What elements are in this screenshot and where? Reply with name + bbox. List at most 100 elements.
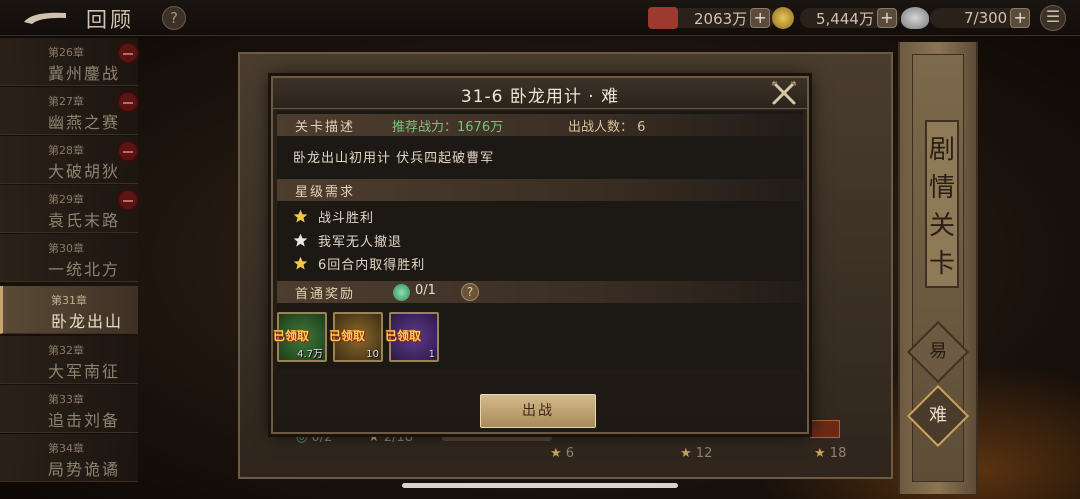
condition-text: 战斗胜利 [318, 210, 375, 226]
menu-button[interactable]: ☰ [1040, 5, 1066, 31]
home-indicator[interactable] [402, 483, 678, 488]
chapter-name: 卧龙出山 [51, 312, 124, 331]
reward-item-horse[interactable]: 已领取 1 [385, 312, 439, 362]
chapter-name: 局势诡谲 [48, 460, 121, 479]
star-icon: ★ [814, 446, 826, 461]
add-gold-button[interactable]: + [876, 8, 897, 28]
star-progress-bar [442, 435, 552, 441]
stage-desc-label: 关卡描述 [295, 120, 356, 135]
chapter-number: 第34章 [48, 442, 84, 455]
stamina-icon [900, 7, 929, 29]
chapter-name: 冀州鏖战 [48, 64, 121, 83]
chapter-name: 袁氏末路 [48, 211, 121, 230]
chapter-number: 第26章 [48, 46, 84, 59]
gold-value: 5,444万 [816, 9, 874, 28]
chapter-number: 第31章 [51, 294, 87, 307]
dialog-header: 31-6 卧龙用计 · 难 [273, 78, 807, 109]
chapter-number: 第29章 [48, 193, 84, 206]
chapter-item[interactable]: 第29章 袁氏末路 [0, 185, 139, 233]
fight-button[interactable]: 出战 [480, 394, 596, 428]
chapter-name: 追击刘备 [48, 411, 121, 430]
condition-text: 6回合内取得胜利 [318, 257, 426, 273]
star-icon: ★ [550, 446, 562, 461]
back-button[interactable] [22, 9, 68, 27]
locked-badge-icon [117, 42, 139, 64]
gold-coin-icon [772, 7, 795, 29]
chapter-number: 第28章 [48, 144, 84, 157]
chest-icon[interactable] [810, 420, 840, 438]
chapter-number: 第30章 [48, 242, 84, 255]
difficulty-easy-label: 易 [929, 341, 947, 362]
recommended-power: 推荐战力：1676万 [392, 120, 504, 135]
stamina-value: 7/300 [964, 9, 1008, 27]
stamina-resource: 7/300 + [956, 6, 1031, 30]
chapter-item[interactable]: 第28章 大破胡狄 [0, 136, 139, 184]
chapter-number: 第32章 [48, 344, 84, 357]
item-quantity: 1 [428, 349, 435, 360]
star-gold-icon [293, 209, 308, 222]
page-title: 回顾 [86, 8, 134, 32]
milestone-12[interactable]: ★ 12 [680, 446, 712, 461]
add-stamina-button[interactable]: + [1010, 8, 1031, 28]
chapter-number: 第27章 [48, 95, 84, 108]
chapter-item[interactable]: 第33章 追击刘备 [0, 385, 138, 433]
chapter-item-active[interactable]: 第31章 卧龙出山 [0, 286, 138, 334]
milestone-6[interactable]: ★ 6 [550, 446, 574, 461]
condition-item: 我军无人撤退 [293, 231, 403, 250]
chapter-number: 第33章 [48, 393, 84, 406]
silver-ingot-icon [648, 7, 678, 29]
star-req-label: 星级需求 [295, 185, 356, 200]
chapter-item[interactable]: 第34章 局势诡谲 [0, 434, 138, 482]
condition-item: 6回合内取得胜利 [293, 254, 426, 273]
claimed-label: 已领取 [273, 329, 310, 343]
dialog-title: 31-6 卧龙用计 · 难 [460, 87, 620, 107]
chapter-item[interactable]: 第27章 幽燕之赛 [0, 87, 139, 135]
locked-badge-icon [117, 189, 139, 211]
condition-item: 战斗胜利 [293, 207, 375, 226]
chapter-item[interactable]: 第26章 冀州鏖战 [0, 38, 139, 86]
story-stages-title: 剧 情 关 卡 [925, 120, 959, 288]
milestone-18[interactable]: ★ 18 [814, 446, 846, 461]
chapter-name: 一统北方 [48, 260, 121, 279]
locked-badge-icon [117, 91, 139, 113]
star-silver-icon [293, 233, 308, 246]
reward-item-silver[interactable]: 已领取 4.7万 [273, 312, 327, 362]
chapter-item[interactable]: 第32章 大军南征 [0, 336, 138, 384]
stage-info-bar: 关卡描述 推荐战力：1676万 出战人数： 6 [277, 114, 803, 136]
stage-description: 卧龙出山初用计 伏兵四起破曹军 [293, 151, 495, 166]
difficulty-hard-label: 难 [929, 405, 947, 426]
jade-icon [393, 284, 410, 301]
star-req-bar: 星级需求 [277, 179, 803, 201]
chapter-name: 幽燕之赛 [48, 113, 121, 132]
claimed-label: 已领取 [385, 329, 422, 343]
first-clear-label: 首通奖励 [295, 287, 356, 302]
top-bar: 回顾 ? 2063万 + 5,444万 + 7/300 + ☰ [0, 0, 1080, 36]
reward-item-gold[interactable]: 已领取 10 [329, 312, 383, 362]
star-gold-icon [293, 256, 308, 269]
dialog-body: 关卡描述 推荐战力：1676万 出战人数： 6 卧龙出山初用计 伏兵四起破曹军 … [273, 111, 803, 371]
team-count: 出战人数： 6 [568, 120, 646, 135]
stage-dialog: 31-6 卧龙用计 · 难 关卡描述 推荐战力：1676万 出战人数： 6 卧龙… [271, 76, 809, 434]
help-button[interactable]: ? [162, 6, 186, 30]
first-clear-bar: 首通奖励 0/1 ? [277, 281, 803, 303]
chapter-name: 大军南征 [48, 362, 121, 381]
first-clear-count: 0/1 [415, 283, 436, 298]
reward-help-button[interactable]: ? [461, 283, 479, 301]
back-arrow-icon [24, 12, 66, 24]
close-icon [771, 81, 797, 105]
menu-icon: ☰ [1045, 7, 1061, 26]
silver-value: 2063万 [694, 9, 748, 28]
add-silver-button[interactable]: + [750, 8, 771, 28]
locked-badge-icon [117, 140, 139, 162]
chapter-name: 大破胡狄 [48, 162, 121, 181]
item-quantity: 10 [366, 349, 379, 360]
star-icon: ★ [680, 446, 692, 461]
chapter-list: 第26章 冀州鏖战 第27章 幽燕之赛 第28章 大破胡狄 第29章 袁氏末路 … [0, 36, 139, 499]
gold-resource: 5,444万 + [808, 6, 929, 30]
item-quantity: 4.7万 [297, 349, 323, 360]
close-button[interactable] [770, 80, 798, 106]
condition-text: 我军无人撤退 [318, 234, 403, 250]
silver-resource: 2063万 + [648, 6, 795, 30]
chapter-item[interactable]: 第30章 一统北方 [0, 234, 138, 282]
claimed-label: 已领取 [329, 329, 366, 343]
